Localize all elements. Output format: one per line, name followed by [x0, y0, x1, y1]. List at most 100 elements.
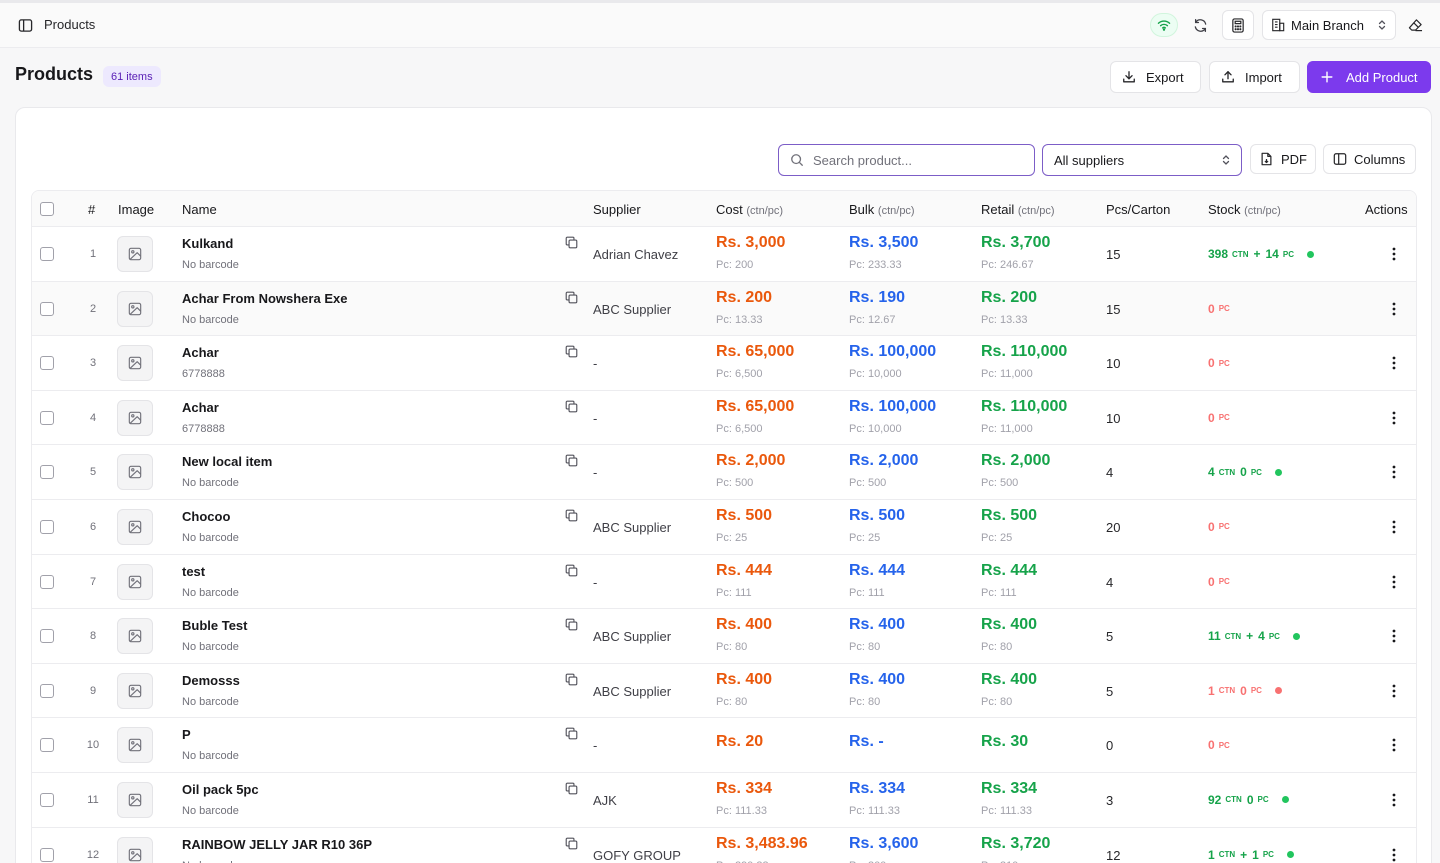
select-all-checkbox[interactable] [40, 202, 54, 216]
row-checkbox[interactable] [40, 356, 54, 371]
product-image-placeholder[interactable] [117, 781, 153, 818]
more-vertical-icon[interactable] [1387, 465, 1401, 479]
copy-icon[interactable] [565, 400, 579, 414]
table-row[interactable]: 7 test No barcode - Rs. 444 Pc: 111 Rs. 444 Pc:… [32, 555, 1416, 610]
more-vertical-icon[interactable] [1387, 738, 1401, 752]
row-checkbox[interactable] [40, 629, 54, 644]
product-image-placeholder[interactable] [117, 399, 153, 436]
column-header-name[interactable]: Name [182, 202, 217, 217]
more-vertical-icon[interactable] [1387, 793, 1401, 807]
row-checkbox[interactable] [40, 247, 54, 261]
copy-icon[interactable] [565, 509, 579, 523]
product-image-placeholder[interactable] [117, 672, 153, 709]
column-header-pcs-carton[interactable]: Pcs/Carton [1106, 202, 1170, 217]
more-vertical-icon[interactable] [1387, 520, 1401, 534]
product-image-placeholder[interactable] [117, 345, 153, 382]
more-vertical-icon[interactable] [1387, 684, 1401, 698]
table-row[interactable]: 3 Achar 6778888 - Rs. 65,000 Pc: 6,500 Rs. 100… [32, 336, 1416, 391]
products-card: All suppliers PDF Columns # Image Name S… [15, 107, 1432, 863]
row-checkbox[interactable] [40, 792, 54, 807]
product-name[interactable]: Oil pack 5pc [182, 782, 259, 797]
copy-icon[interactable] [565, 454, 579, 468]
refresh-icon[interactable] [1189, 14, 1211, 36]
wifi-icon[interactable] [1150, 13, 1178, 37]
copy-icon[interactable] [565, 782, 579, 796]
copy-icon[interactable] [565, 837, 579, 851]
product-name[interactable]: Achar [182, 400, 219, 415]
sidebar-toggle-icon[interactable] [14, 14, 36, 36]
search-input[interactable] [813, 152, 1013, 168]
column-header-retail[interactable]: Retail (ctn/pc) [981, 202, 1055, 217]
column-header-stock[interactable]: Stock (ctn/pc) [1208, 202, 1281, 217]
product-image-placeholder[interactable] [117, 836, 153, 863]
image-placeholder-icon [128, 247, 142, 261]
copy-icon[interactable] [565, 727, 579, 741]
copy-icon[interactable] [565, 236, 579, 250]
eraser-icon[interactable] [1404, 14, 1426, 36]
row-checkbox[interactable] [40, 847, 54, 862]
table-row[interactable]: 2 Achar From Nowshera Exe No barcode ABC Su… [32, 281, 1416, 337]
column-header-supplier[interactable]: Supplier [593, 202, 641, 217]
export-button[interactable]: Export [1110, 61, 1201, 93]
row-checkbox[interactable] [40, 301, 54, 316]
more-vertical-icon[interactable] [1387, 356, 1401, 370]
more-vertical-icon[interactable] [1387, 848, 1401, 862]
column-header-bulk[interactable]: Bulk (ctn/pc) [849, 202, 915, 217]
table-row[interactable]: 8 Buble Test No barcode ABC Supplier Rs. 400… [32, 609, 1416, 664]
bulk-per-piece: Pc: 80 [849, 641, 881, 654]
product-name[interactable]: Buble Test [182, 618, 248, 633]
table-row[interactable]: 4 Achar 6778888 - Rs. 65,000 Pc: 6,500 Rs. 100… [32, 391, 1416, 446]
product-name[interactable]: RAINBOW JELLY JAR R10 36P [182, 837, 372, 852]
copy-icon[interactable] [565, 291, 579, 305]
product-name[interactable]: test [182, 564, 205, 579]
table-row[interactable]: 6 Chocoo No barcode ABC Supplier Rs. 500 Pc: … [32, 500, 1416, 555]
row-checkbox[interactable] [40, 519, 54, 534]
supplier-filter-select[interactable]: All suppliers [1042, 144, 1242, 176]
product-name[interactable]: P [182, 727, 191, 742]
row-checkbox[interactable] [40, 465, 54, 480]
product-image-placeholder[interactable] [117, 563, 153, 600]
product-image-placeholder[interactable] [117, 236, 153, 272]
column-header-cost[interactable]: Cost (ctn/pc) [716, 202, 783, 217]
row-number: 1 [89, 248, 97, 260]
search-box[interactable] [778, 144, 1035, 176]
table-row[interactable]: 1 Kulkand No barcode Adrian Chavez Rs. 3,000… [32, 227, 1416, 282]
copy-icon[interactable] [565, 345, 579, 359]
product-name[interactable]: New local item [182, 454, 272, 469]
import-button[interactable]: Import [1209, 61, 1300, 93]
row-checkbox[interactable] [40, 410, 54, 425]
product-name[interactable]: Achar From Nowshera Exe [182, 291, 347, 306]
product-name[interactable]: Demosss [182, 673, 240, 688]
product-image-placeholder[interactable] [117, 508, 153, 545]
more-vertical-icon[interactable] [1387, 247, 1401, 261]
more-vertical-icon[interactable] [1387, 575, 1401, 589]
more-vertical-icon[interactable] [1387, 302, 1401, 316]
cost-per-piece: Pc: 80 [716, 695, 748, 708]
copy-icon[interactable] [565, 564, 579, 578]
row-checkbox[interactable] [40, 683, 54, 698]
product-name[interactable]: Chocoo [182, 509, 230, 524]
product-image-placeholder[interactable] [117, 290, 153, 327]
more-vertical-icon[interactable] [1387, 629, 1401, 643]
table-row[interactable]: 12 RAINBOW JELLY JAR R10 36P No barcode GOF… [32, 828, 1416, 863]
retail-price: Rs. 500 [981, 506, 1038, 524]
pdf-button[interactable]: PDF [1250, 144, 1316, 174]
copy-icon[interactable] [565, 673, 579, 687]
table-row[interactable]: 9 Demosss No barcode ABC Supplier Rs. 400 Pc:… [32, 664, 1416, 719]
calculator-button[interactable] [1222, 10, 1254, 40]
product-image-placeholder[interactable] [117, 618, 153, 655]
product-name[interactable]: Kulkand [182, 236, 233, 251]
branch-selector[interactable]: Main Branch [1262, 10, 1396, 40]
row-checkbox[interactable] [40, 574, 54, 589]
product-image-placeholder[interactable] [117, 454, 153, 491]
columns-button[interactable]: Columns [1323, 144, 1416, 174]
product-image-placeholder[interactable] [117, 727, 153, 764]
add-product-button[interactable]: Add Product [1307, 61, 1431, 93]
table-row[interactable]: 5 New local item No barcode - Rs. 2,000 Pc: 5… [32, 445, 1416, 500]
more-vertical-icon[interactable] [1387, 411, 1401, 425]
copy-icon[interactable] [565, 618, 579, 632]
row-checkbox[interactable] [40, 738, 54, 753]
table-row[interactable]: 10 P No barcode - Rs. 20 Rs. - Rs. 30 0 0 PC [32, 718, 1416, 773]
table-row[interactable]: 11 Oil pack 5pc No barcode AJK Rs. 334 Pc: 11… [32, 773, 1416, 828]
product-name[interactable]: Achar [182, 345, 219, 360]
